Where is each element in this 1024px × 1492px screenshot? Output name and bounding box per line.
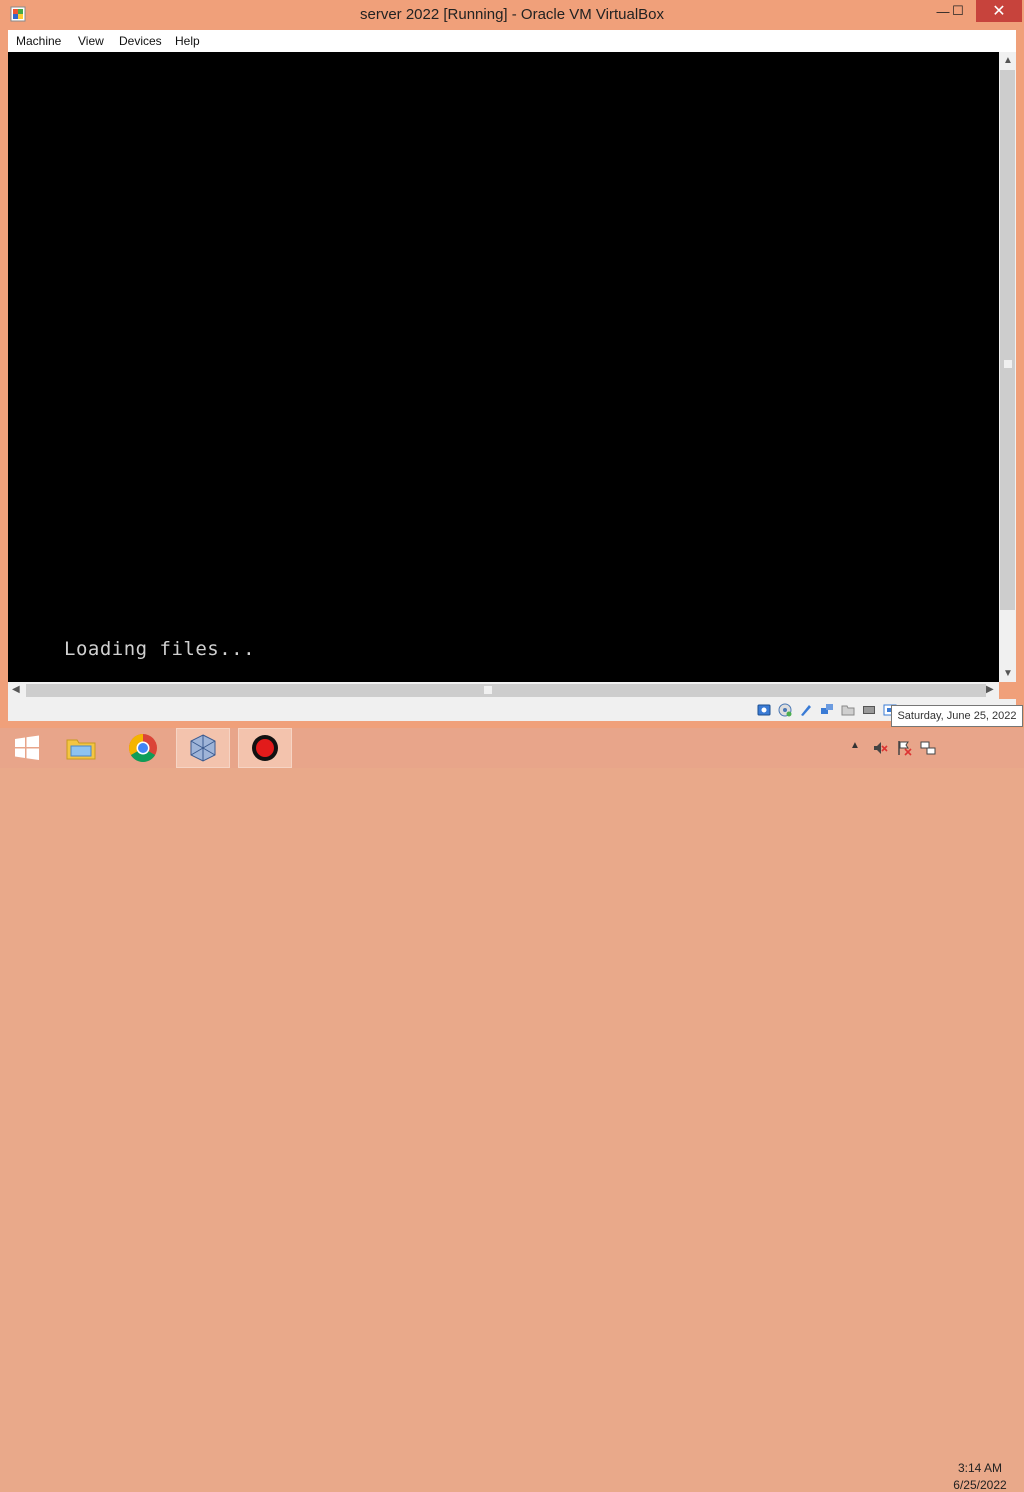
status-bar xyxy=(8,699,1016,721)
menu-view[interactable]: View xyxy=(78,34,104,48)
vertical-scrollbar[interactable]: ▲ ▼ xyxy=(999,52,1016,682)
clock-time[interactable]: 3:14 AM xyxy=(948,1461,1012,1475)
taskbar: ▲ 3:14 AM 6/25/2022 xyxy=(0,728,1024,1492)
optical-drive-icon[interactable] xyxy=(778,703,792,717)
virtualbox-window: server 2022 [Running] - Oracle VM Virtua… xyxy=(0,0,1024,728)
menu-machine[interactable]: Machine xyxy=(16,34,61,48)
chrome-icon xyxy=(129,734,157,762)
title-bar[interactable]: server 2022 [Running] - Oracle VM Virtua… xyxy=(0,0,1024,30)
start-button[interactable] xyxy=(0,728,54,768)
grip-icon xyxy=(1004,360,1012,368)
scroll-left-icon[interactable]: ◀ xyxy=(12,684,20,695)
close-icon: ✕ xyxy=(992,3,1006,20)
network-icon[interactable] xyxy=(820,703,834,717)
horizontal-scrollbar[interactable]: ◀ ▶ xyxy=(8,682,999,699)
menu-devices[interactable]: Devices xyxy=(119,34,162,48)
date-tooltip: Saturday, June 25, 2022 xyxy=(891,705,1023,727)
record-icon xyxy=(252,735,278,761)
maximize-button[interactable]: ☐ xyxy=(941,0,975,22)
vm-display[interactable]: Loading files... xyxy=(8,52,999,682)
horizontal-scroll-thumb[interactable] xyxy=(26,684,986,697)
taskbar-file-explorer[interactable] xyxy=(54,728,108,768)
audio-icon[interactable] xyxy=(799,703,813,717)
virtualbox-icon xyxy=(190,734,216,762)
scroll-up-icon[interactable]: ▲ xyxy=(1003,55,1013,66)
action-center-flag-icon[interactable] xyxy=(896,740,912,756)
show-hidden-icons-icon[interactable]: ▲ xyxy=(850,740,866,756)
volume-muted-icon[interactable] xyxy=(872,740,888,756)
taskbar-chrome[interactable] xyxy=(116,728,170,768)
windows-logo-icon xyxy=(15,735,39,760)
scroll-right-icon[interactable]: ▶ xyxy=(986,684,994,695)
close-button[interactable]: ✕ xyxy=(976,0,1022,22)
folder-icon xyxy=(66,739,96,760)
taskbar-recorder[interactable] xyxy=(238,728,292,768)
grip-icon xyxy=(484,686,492,694)
vertical-scroll-thumb[interactable] xyxy=(1000,70,1015,610)
scroll-down-icon[interactable]: ▼ xyxy=(1003,668,1013,679)
maximize-icon: ☐ xyxy=(952,3,964,18)
window-title: server 2022 [Running] - Oracle VM Virtua… xyxy=(359,6,665,23)
display-icon[interactable] xyxy=(862,703,876,717)
shared-folder-icon[interactable] xyxy=(841,703,855,717)
hard-disk-icon[interactable] xyxy=(757,703,771,717)
network-status-icon[interactable] xyxy=(920,740,936,756)
clock-date[interactable]: 6/25/2022 xyxy=(948,1478,1012,1492)
menu-help[interactable]: Help xyxy=(175,34,200,48)
taskbar-virtualbox[interactable] xyxy=(176,728,230,768)
console-text: Loading files... xyxy=(64,638,256,660)
menu-bar: Machine View Devices Help xyxy=(8,30,1016,52)
